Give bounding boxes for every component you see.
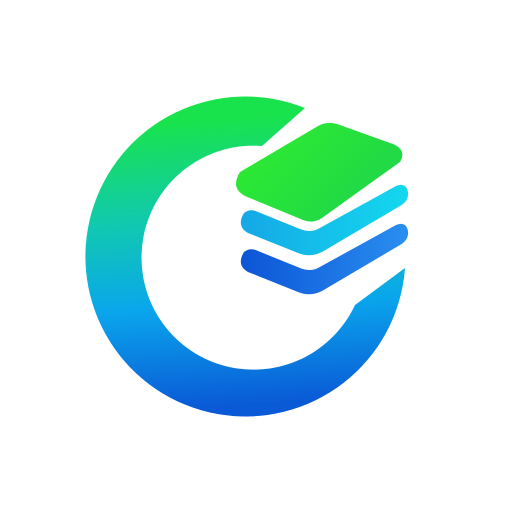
app-icon-canvas bbox=[0, 0, 512, 512]
stacked-layers-ring-logo bbox=[85, 96, 409, 417]
